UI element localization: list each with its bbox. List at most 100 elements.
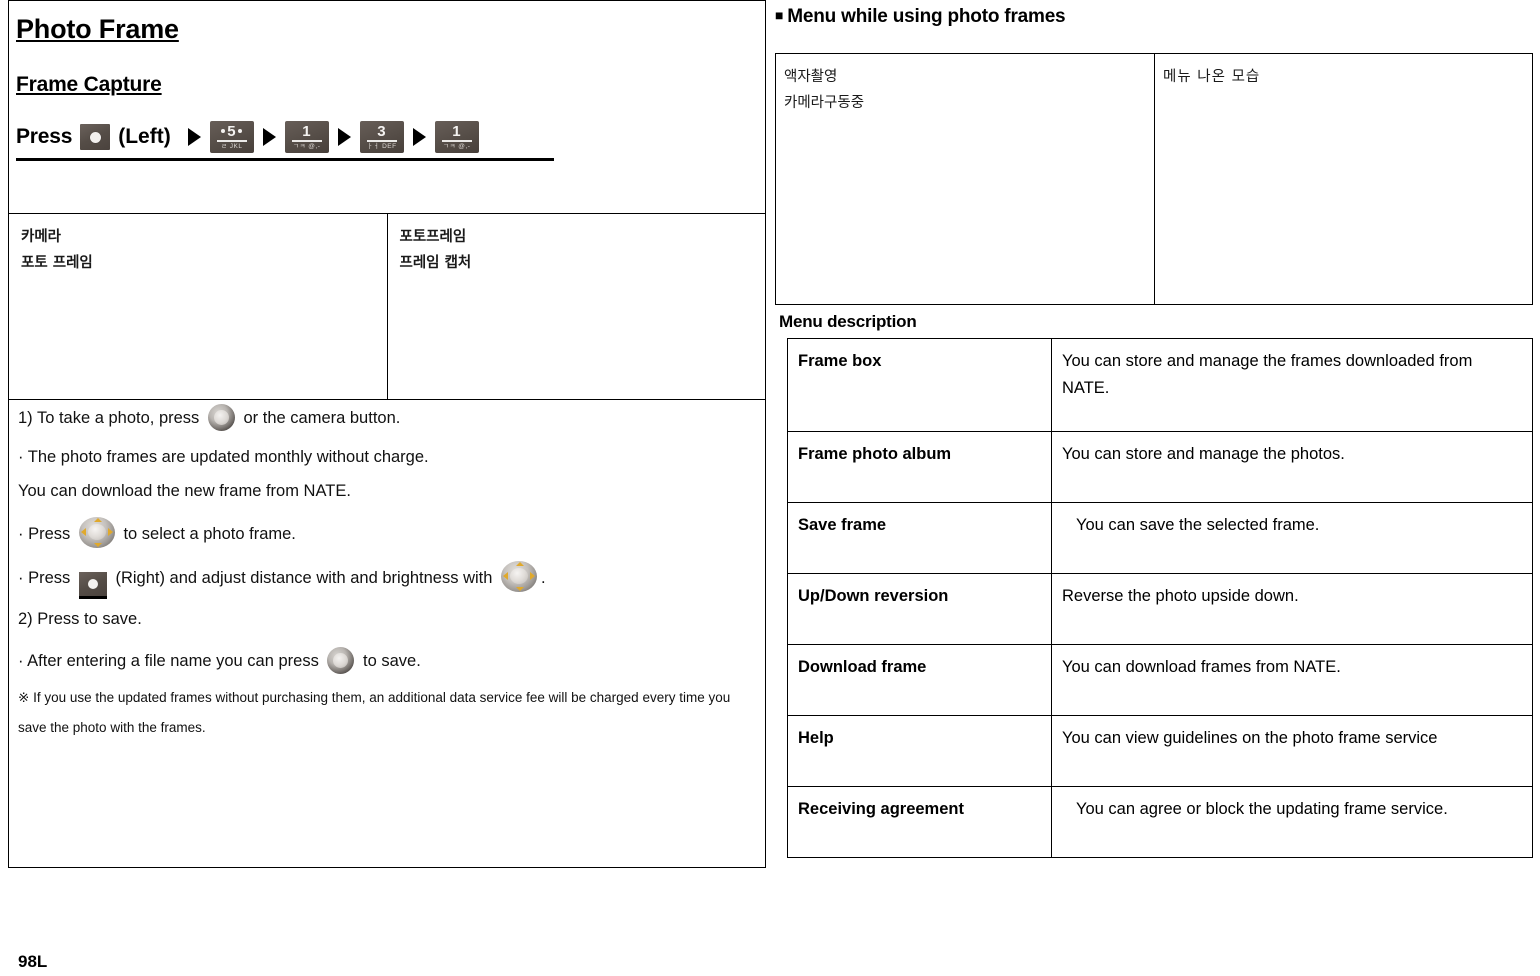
key-sublabel: ㄹ JKL [220, 142, 243, 150]
preview-cell-menu: 메뉴 나온 모습 [1154, 53, 1533, 305]
nav-arrow-right-icon [107, 528, 113, 536]
bullet-2: · Press to select a photo frame. [18, 516, 754, 552]
key-digit: 3 [377, 122, 387, 140]
ok-button-icon [327, 647, 355, 674]
section-title: Frame Capture [16, 73, 162, 96]
table-row: Up/Down reversion Reverse the photo upsi… [787, 573, 1533, 645]
navigation-key-icon [78, 517, 115, 548]
nav-arrow-right-icon [530, 572, 536, 580]
arrow-right-icon [412, 128, 426, 146]
menu-item-name: Frame photo album [787, 431, 1052, 503]
table-row: Save frame You can save the selected fra… [787, 502, 1533, 574]
screen-line-2: 포토 프레임 [21, 255, 93, 271]
numeric-key-glyph: 5 [221, 122, 243, 140]
footnote-text: If you use the updated frames without pu… [18, 690, 731, 735]
key-divider [366, 139, 397, 142]
menu-preview-table: 액자촬영 카메라구동중 메뉴 나온 모습 [775, 53, 1533, 305]
arrow-right-icon [187, 128, 201, 146]
nav-arrow-down-icon [516, 587, 525, 591]
table-row: Receiving agreement You can agree or blo… [787, 786, 1533, 858]
menu-item-description: You can view guidelines on the photo fra… [1051, 715, 1533, 787]
screen-preview-table: 카메라 포토 프레임 포토프레임 프레임 캡처 [8, 213, 766, 400]
right-heading-text: Menu while using photo frames [787, 6, 1066, 27]
menu-item-name: Save frame [787, 502, 1052, 574]
bullet-3-text-post: . [541, 569, 546, 587]
arrow-right-icon [337, 128, 351, 146]
softkey-right-icon [78, 572, 107, 599]
table-row: Download frame You can download frames f… [787, 644, 1533, 716]
preview-line-1: 메뉴 나온 모습 [1163, 69, 1261, 85]
screen-cell-photoframe: 포토프레임 프레임 캡처 [386, 213, 766, 400]
bullet-2-text-pre: · Press [18, 525, 71, 543]
left-direction-label: (Left) [118, 125, 171, 148]
screen-line-1: 포토프레임 [399, 229, 467, 245]
numeric-key-5-icon: 5 ㄹ JKL [209, 121, 254, 153]
right-column: ■ Menu while using photo frames 액자촬영 카메라구… [773, 0, 1533, 858]
screen-line-1: 카메라 [21, 229, 62, 245]
key-divider [291, 139, 322, 142]
bullet-1a: · The photo frames are updated monthly w… [18, 448, 429, 466]
softkey-dot [89, 131, 101, 143]
table-row: 액자촬영 카메라구동중 메뉴 나온 모습 [775, 53, 1533, 305]
footnote-symbol-icon: ※ [18, 690, 30, 705]
numeric-key-1b-icon: 1 ㄱㅋ @,- [434, 121, 479, 153]
key-divider [216, 139, 247, 142]
page-title: Photo Frame [16, 14, 179, 44]
menu-item-name: Help [787, 715, 1052, 787]
bullet-4-text-pre: · After entering a file name you can pre… [18, 652, 319, 670]
page-number: 98L [18, 952, 48, 971]
bullet-4-text-post: to save. [363, 652, 421, 670]
softkey-dot [87, 579, 98, 589]
numeric-key-glyph: 1 [452, 122, 462, 140]
bullet-3: · Press (Right) and adjust distance with… [18, 560, 754, 599]
table-row: 카메라 포토 프레임 포토프레임 프레임 캡처 [8, 213, 766, 400]
bullet-2-text-post: to select a photo frame. [123, 525, 296, 543]
menu-description-table: Frame box You can store and manage the f… [787, 338, 1533, 858]
preview-line-2: 카메라구동중 [784, 95, 865, 111]
navigation-key-icon [501, 561, 538, 592]
key-divider [441, 139, 472, 142]
footnote: ※ If you use the updated frames without … [18, 683, 754, 743]
menu-item-description: You can store and manage the frames down… [1051, 338, 1533, 432]
preview-line-1: 액자촬영 [784, 69, 838, 85]
screen-cell-camera: 카메라 포토 프레임 [8, 213, 388, 400]
left-column: Photo Frame Frame Capture Press (Left) 5… [8, 0, 766, 870]
ok-button-icon [207, 404, 235, 431]
key-digit: 1 [452, 122, 462, 140]
step-2: 2) Press to save. [18, 610, 142, 628]
preview-cell-capture: 액자촬영 카메라구동중 [775, 53, 1155, 305]
screen-line-2: 프레임 캡처 [399, 255, 472, 271]
step-1: 1) To take a photo, press or the camera … [18, 400, 754, 436]
bullet-3-text-pre: · Press [18, 569, 71, 587]
menu-item-name: Download frame [787, 644, 1052, 716]
press-label: Press [16, 125, 73, 148]
arrow-right-icon [262, 128, 276, 146]
menu-item-description: You can save the selected frame. [1051, 502, 1533, 574]
bullet-4: · After entering a file name you can pre… [18, 643, 754, 679]
key-sublabel: ㅏㅓ DEF [366, 142, 397, 150]
numeric-key-glyph: 3 [377, 122, 387, 140]
bullet-1b: You can download the new frame from NATE… [18, 482, 351, 500]
key-digit: 5 [227, 122, 237, 140]
square-bullet-icon: ■ [775, 7, 784, 23]
nav-arrow-down-icon [93, 543, 102, 547]
numeric-key-3-icon: 3 ㅏㅓ DEF [359, 121, 404, 153]
table-row: Frame box You can store and manage the f… [787, 338, 1533, 432]
nav-arrow-up-icon [93, 518, 102, 522]
key-dot-right-icon [238, 129, 243, 133]
step-1-text-pre: 1) To take a photo, press [18, 409, 200, 427]
nav-arrow-left-icon [503, 572, 509, 580]
key-dot-left-icon [221, 129, 226, 133]
bullet-3-text-mid: (Right) and adjust distance with and bri… [115, 569, 493, 587]
step-1-text-post: or the camera button. [243, 409, 401, 427]
key-sequence-row: Press (Left) 5 ㄹ JKL 1 ㄱㅋ @,- 3 ㅏㅓ DEF 1… [16, 119, 554, 161]
menu-item-name: Up/Down reversion [787, 573, 1052, 645]
menu-item-name: Receiving agreement [787, 786, 1052, 858]
menu-item-description: You can store and manage the photos. [1051, 431, 1533, 503]
table-row: Help You can view guidelines on the phot… [787, 715, 1533, 787]
menu-item-name: Frame box [787, 338, 1052, 432]
right-heading: ■ Menu while using photo frames [775, 6, 1533, 28]
menu-item-description: You can download frames from NATE. [1051, 644, 1533, 716]
nav-arrow-up-icon [516, 562, 525, 566]
key-digit: 1 [302, 122, 312, 140]
